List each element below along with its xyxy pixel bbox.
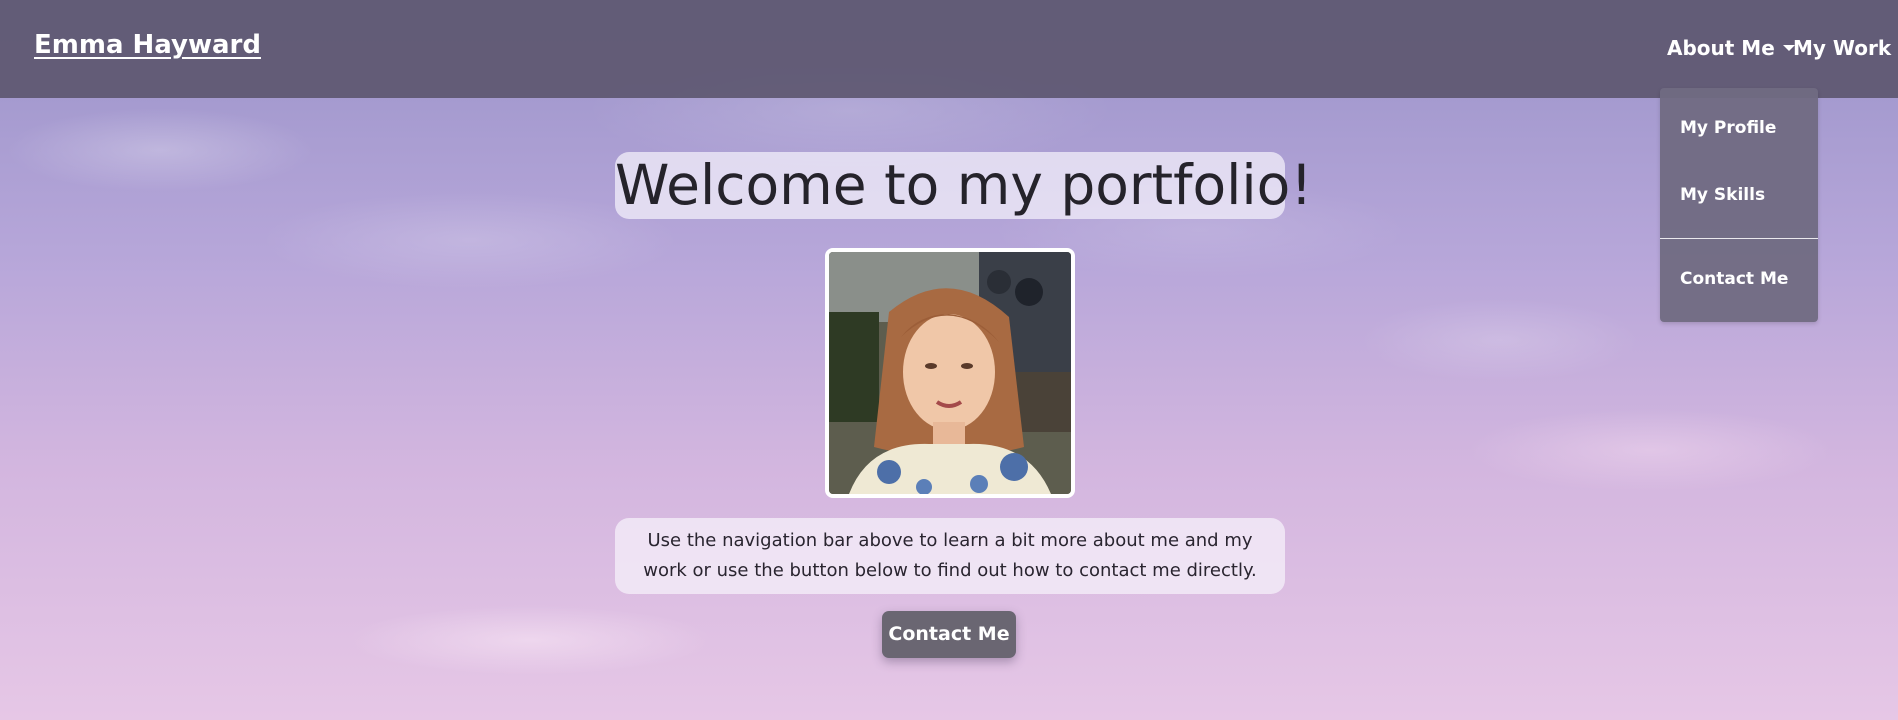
brand-link[interactable]: Emma Hayward <box>34 30 261 60</box>
nav-my-work-link[interactable]: My Work <box>1793 36 1891 60</box>
navbar: Emma Hayward About Me My Work <box>0 0 1898 98</box>
contact-me-button[interactable]: Contact Me <box>882 611 1016 658</box>
dropdown-item-my-skills[interactable]: My Skills <box>1680 185 1765 205</box>
about-me-dropdown-menu: My Profile My Skills Contact Me <box>1660 88 1818 322</box>
dropdown-item-my-profile[interactable]: My Profile <box>1680 118 1776 138</box>
nav-about-me-label: About Me <box>1667 36 1775 60</box>
dropdown-item-contact-me[interactable]: Contact Me <box>1680 269 1788 289</box>
dropdown-divider <box>1660 238 1818 239</box>
nav-about-me-toggle[interactable]: About Me <box>1667 36 1795 60</box>
profile-photo <box>825 248 1075 498</box>
intro-text: Use the navigation bar above to learn a … <box>615 518 1285 594</box>
page-title: Welcome to my portfolio! <box>615 152 1313 219</box>
